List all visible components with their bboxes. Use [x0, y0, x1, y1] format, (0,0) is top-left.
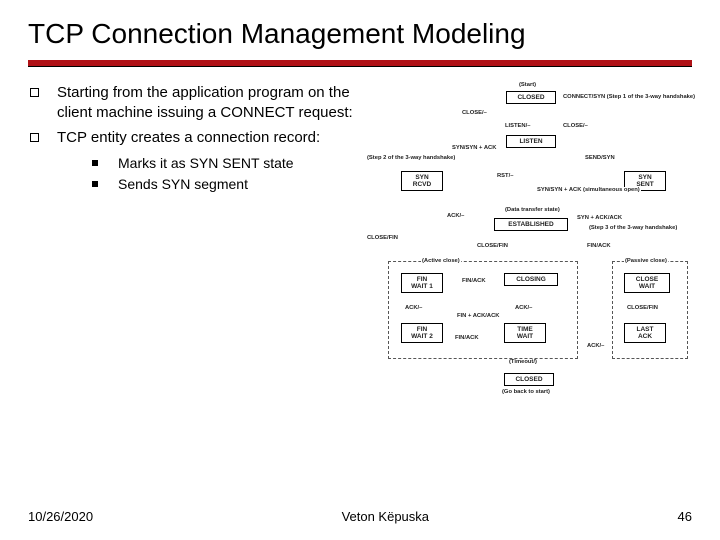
state-established: ESTABLISHED [494, 218, 568, 231]
lbl-go-back: (Go back to start) [501, 389, 551, 395]
lbl-close-fin-l: CLOSE/FIN [366, 235, 399, 241]
lbl-fin-ack-c: FIN/ACK [461, 278, 487, 284]
bullet-square-icon [30, 88, 39, 97]
lbl-close-l: CLOSE/– [562, 123, 589, 129]
lbl-step2: (Step 2 of the 3-way handshake) [366, 155, 456, 161]
lbl-fin-ack-b: FIN/ACK [454, 335, 480, 341]
content-area: Starting from the application program on… [28, 83, 692, 403]
lbl-ack3: ACK/– [514, 305, 533, 311]
lbl-step3: (Step 3 of the 3-way handshake) [588, 225, 678, 231]
lbl-ack2: ACK/– [404, 305, 423, 311]
sub-bullet-list: Marks it as SYN SENT state Sends SYN seg… [62, 154, 358, 194]
lbl-ack: ACK/– [446, 213, 465, 219]
lbl-active-close: (Active close) [421, 258, 461, 264]
text-column: Starting from the application program on… [28, 83, 358, 403]
lbl-rst: RST/– [496, 173, 514, 179]
lbl-connect-syn: CONNECT/SYN (Step 1 of the 3-way handsha… [562, 94, 696, 100]
lbl-close-fin-r: CLOSE/FIN [626, 305, 659, 311]
state-listen: LISTEN [506, 135, 556, 148]
lbl-fin-ack-ack: FIN + ACK/ACK [456, 313, 500, 319]
footer: 10/26/2020 Veton Këpuska 46 [28, 509, 692, 524]
sub-bullet-text: Marks it as SYN SENT state [118, 154, 294, 173]
state-closed-bottom: CLOSED [504, 373, 554, 386]
lbl-send-syn: SEND/SYN [584, 155, 616, 161]
lbl-syn-syn-ack: SYN/SYN + ACK [451, 145, 497, 151]
slide-title: TCP Connection Management Modeling [28, 18, 692, 50]
sub-bullet-item: Sends SYN segment [62, 175, 358, 194]
bullet-text: TCP entity creates a connection record: [57, 128, 320, 148]
lbl-fin-ack-r: FIN/ACK [586, 243, 612, 249]
lbl-listen: LISTEN/– [504, 123, 531, 129]
footer-date: 10/26/2020 [28, 509, 93, 524]
bullet-filled-square-icon [92, 181, 98, 187]
footer-author: Veton Këpuska [342, 509, 429, 524]
lbl-syn-syn-ack2: SYN/SYN + ACK (simultaneous open) [536, 187, 641, 193]
lbl-passive-close: (Passive close) [624, 258, 668, 264]
bullet-item: Starting from the application program on… [28, 83, 358, 124]
footer-page: 46 [678, 509, 692, 524]
title-rule [28, 60, 692, 67]
sub-bullet-item: Marks it as SYN SENT state [62, 154, 358, 173]
bullet-filled-square-icon [92, 160, 98, 166]
lbl-ack4: ACK/– [586, 343, 605, 349]
tcp-state-diagram: CLOSED LISTEN SYN RCVD SYN SENT ESTABLIS… [366, 83, 696, 403]
lbl-syn-ack-ack: SYN + ACK/ACK [576, 215, 623, 221]
bullet-text: Starting from the application program on… [57, 83, 358, 124]
bullet-list: Starting from the application program on… [28, 83, 358, 148]
bullet-square-icon [30, 133, 39, 142]
bullet-item: TCP entity creates a connection record: [28, 128, 358, 148]
lbl-close-top: CLOSE/– [461, 110, 488, 116]
sub-bullet-text: Sends SYN segment [118, 175, 248, 194]
state-closed-top: CLOSED [506, 91, 556, 104]
lbl-timeout: (Timeout/) [508, 359, 538, 365]
lbl-close-fin-c: CLOSE/FIN [476, 243, 509, 249]
diagram-column: CLOSED LISTEN SYN RCVD SYN SENT ESTABLIS… [366, 83, 696, 403]
state-syn-rcvd: SYN RCVD [401, 171, 443, 191]
lbl-data-transfer: (Data transfer state) [504, 207, 561, 213]
lbl-start: (Start) [518, 82, 537, 88]
